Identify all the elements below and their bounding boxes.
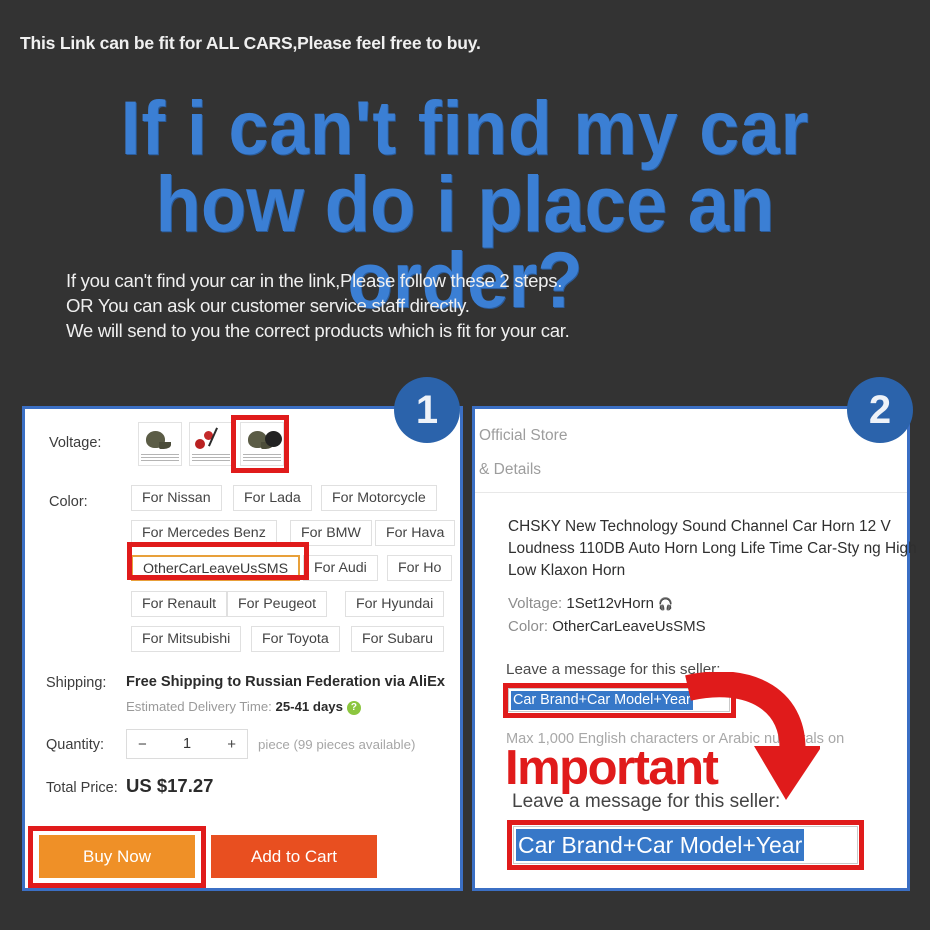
highlight-voltage-option [231,415,289,473]
order-voltage-value: 1Set12vHorn [566,595,654,612]
order-color-value: OtherCarLeaveUsSMS [552,618,706,635]
delivery-prefix: Estimated Delivery Time: [126,699,272,714]
color-chip[interactable]: For Renault [131,591,228,617]
color-chip[interactable]: For Lada [233,485,312,511]
help-icon[interactable]: ? [346,701,361,715]
quantity-value[interactable]: 1 [183,736,191,752]
quantity-availability-note: piece (99 pieces available) [258,737,416,752]
intro-line-1: If you can't find your car in the link,P… [66,270,563,291]
horn-thumbnail-icon: 🎧 [658,597,674,611]
step-badge-1: 1 [394,377,460,443]
order-color-key: Color: [508,618,549,635]
product-title: CHSKY New Technology Sound Channel Car H… [508,518,917,579]
step-badge-2: 2 [847,377,913,443]
panel-divider [475,492,907,493]
voltage-label: Voltage: [49,435,102,451]
color-chip[interactable]: For Nissan [131,485,222,511]
total-price-value: US $17.27 [126,775,214,796]
order-voltage-attribute: Voltage: 1Set12vHorn 🎧 [508,595,673,612]
top-banner-text: This Link can be fit for ALL CARS,Please… [20,33,481,53]
delivery-value: 25-41 days [275,699,343,714]
quantity-label: Quantity: [46,737,105,753]
highlight-message-input-bottom [507,820,864,870]
color-chip[interactable]: For Peugeot [227,591,328,617]
color-label: Color: [49,494,88,510]
order-voltage-key: Voltage: [508,595,563,612]
intro-paragraph: If you can't find your car in the link,P… [66,268,570,343]
quantity-decrement-button[interactable]: − [138,736,147,753]
color-chip[interactable]: For Mitsubishi [131,626,242,652]
color-chip[interactable]: For Motorcycle [321,485,437,511]
delivery-estimate: Estimated Delivery Time: 25-41 days? [126,699,361,715]
order-color-attribute: Color: OtherCarLeaveUsSMS [508,618,706,635]
color-chip[interactable]: For Hyundai [345,591,445,617]
color-chip[interactable]: For Toyota [251,626,340,652]
add-to-cart-button[interactable]: Add to Cart [211,835,377,878]
total-price-label: Total Price: [46,780,118,796]
color-chip[interactable]: For Ho [387,555,453,581]
voltage-thumbnail-1[interactable] [138,422,182,466]
promo-infographic: This Link can be fit for ALL CARS,Please… [0,0,930,930]
shipping-label: Shipping: [46,675,107,691]
highlight-buy-now [28,826,206,888]
color-chip[interactable]: For Audi [303,555,378,581]
headline-line-1: If i can't find my car [120,86,810,171]
voltage-thumbnail-2[interactable] [189,422,233,466]
highlight-selected-color [127,542,309,580]
details-tab[interactable]: & Details [479,461,541,479]
intro-line-3: We will send to you the correct products… [66,320,570,341]
color-chip[interactable]: For Hava [375,520,456,546]
quantity-increment-button[interactable]: + [227,736,236,753]
quantity-stepper[interactable]: − 1 + [126,729,248,759]
intro-line-2: OR You can ask our customer service staf… [66,295,470,316]
store-name[interactable]: Official Store [479,427,567,445]
step-1-screenshot: Voltage: Color: For Nissan For Lada For … [22,406,463,891]
red-curved-arrow-icon [685,672,820,800]
color-chip[interactable]: For Subaru [351,626,444,652]
shipping-value: Free Shipping to Russian Federation via … [126,674,445,690]
